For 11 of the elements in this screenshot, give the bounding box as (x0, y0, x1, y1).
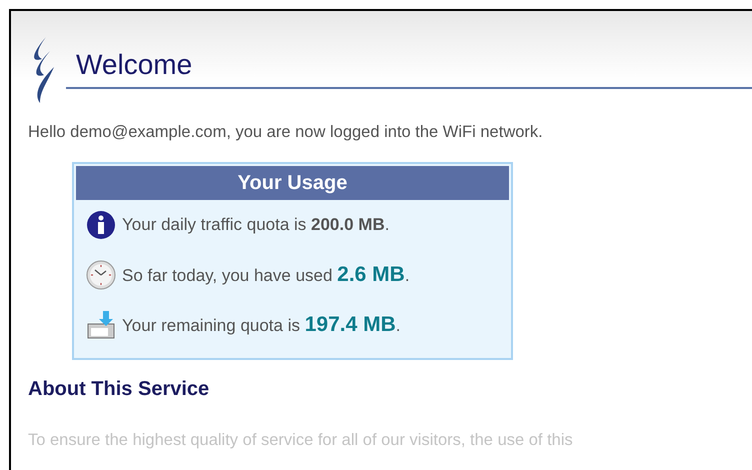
usage-text: So far today, you have used 2.6 MB. (122, 263, 410, 287)
usage-text: Your daily traffic quota is 200.0 MB. (122, 215, 390, 235)
welcome-message: Hello demo@example.com, you are now logged into the WiFi network. (28, 123, 544, 142)
clock-icon (86, 260, 116, 290)
service-description: To ensure the highest quality of service for all of our visitors, the use of this (28, 431, 574, 450)
section-heading: About This Service (28, 378, 210, 401)
page-title: Welcome (76, 49, 192, 80)
usage-text: Your remaining quota is 197.4 MB. (122, 313, 400, 337)
download-icon (86, 310, 116, 340)
usage-title: Your Usage (76, 166, 509, 200)
info-icon (86, 210, 116, 240)
